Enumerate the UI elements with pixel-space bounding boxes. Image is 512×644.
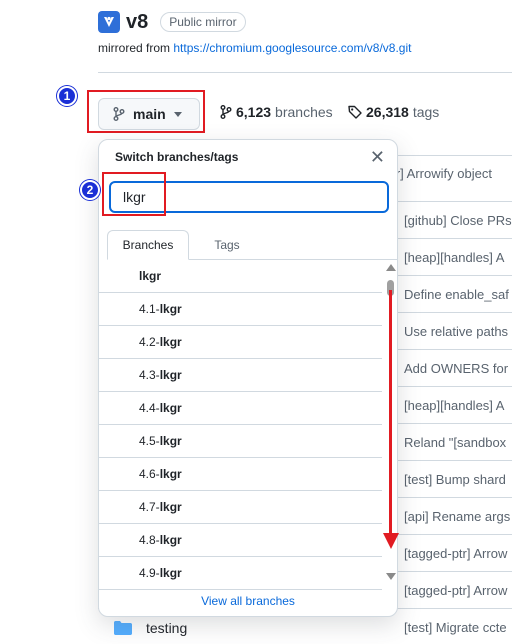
- scroll-up-icon[interactable]: [386, 264, 396, 271]
- dropdown-tabs: Branches Tags: [107, 230, 397, 260]
- branch-item[interactable]: 4.5- lkgr: [99, 425, 382, 458]
- tab-branches[interactable]: Branches: [107, 230, 189, 260]
- branch-match: lkgr: [159, 467, 182, 481]
- branches-label: branches: [275, 104, 333, 120]
- v8-logo-icon: [98, 11, 120, 33]
- commit-message[interactable]: [heap][handles] A: [404, 398, 512, 413]
- commit-message[interactable]: Use relative paths: [404, 324, 512, 339]
- branch-prefix: 4.1-: [139, 302, 160, 316]
- tags-count: 26,318: [366, 104, 409, 120]
- branch-item[interactable]: 4.2- lkgr: [99, 326, 382, 359]
- branch-item[interactable]: 4.8- lkgr: [99, 524, 382, 557]
- caret-down-icon: [173, 111, 182, 117]
- branch-item[interactable]: lkgr: [99, 260, 382, 293]
- dropdown-title: Switch branches/tags: [115, 150, 239, 164]
- tags-link[interactable]: 26,318 tags: [348, 104, 439, 120]
- branch-match: lkgr: [159, 401, 182, 415]
- dropdown-header: Switch branches/tags ✕: [99, 140, 397, 174]
- branch-selector-button[interactable]: main: [98, 98, 200, 130]
- header-divider: [98, 72, 512, 73]
- branch-prefix: 4.5-: [139, 434, 160, 448]
- scroll-arrow-line: [389, 290, 392, 535]
- branch-item[interactable]: 4.6- lkgr: [99, 458, 382, 491]
- branch-prefix: 4.9-: [139, 566, 160, 580]
- view-all-branches-link[interactable]: View all branches: [99, 594, 397, 608]
- close-icon[interactable]: ✕: [370, 148, 385, 166]
- branch-item[interactable]: 4.3- lkgr: [99, 359, 382, 392]
- branch-match: lkgr: [159, 302, 182, 316]
- repo-name[interactable]: v8: [126, 11, 148, 34]
- branch-match: lkgr: [159, 500, 182, 514]
- branch-prefix: 4.2-: [139, 335, 160, 349]
- mirrored-from-label: mirrored from: [98, 41, 171, 55]
- branches-link[interactable]: 6,123 branches: [220, 104, 333, 120]
- commit-message[interactable]: [test] Bump shard: [404, 472, 512, 487]
- branch-list: lkgr 4.1- lkgr 4.2- lkgr 4.3- lkgr 4.4- lkgr…: [99, 260, 382, 590]
- commit-message[interactable]: Add OWNERS for: [404, 361, 512, 376]
- branch-prefix: 4.6-: [139, 467, 160, 481]
- folder-icon: [114, 621, 132, 635]
- mirrored-from-text: mirrored from https://chromium.googlesou…: [98, 41, 411, 55]
- commit-message[interactable]: [tagged-ptr] Arrow: [404, 546, 512, 561]
- branch-item[interactable]: 4.1- lkgr: [99, 293, 382, 326]
- current-branch-label: main: [133, 106, 166, 122]
- branch-match: lkgr: [159, 434, 182, 448]
- branch-item[interactable]: 4.4- lkgr: [99, 392, 382, 425]
- public-mirror-badge: Public mirror: [160, 12, 246, 32]
- branch-match: lkgr: [159, 335, 182, 349]
- branch-item[interactable]: 4.7- lkgr: [99, 491, 382, 524]
- scroll-down-icon[interactable]: [386, 573, 396, 580]
- branches-count: 6,123: [236, 104, 272, 120]
- branch-prefix: 4.3-: [139, 368, 160, 382]
- branch-item[interactable]: 4.9- lkgr: [99, 557, 382, 590]
- branch-prefix: 4.7-: [139, 500, 160, 514]
- branch-prefix: 4.8-: [139, 533, 160, 547]
- filter-input-highlight: [102, 172, 166, 216]
- tag-icon: [348, 105, 362, 119]
- step-2-badge: 2: [80, 180, 100, 200]
- branch-match: lkgr: [159, 533, 182, 547]
- tags-label: tags: [412, 104, 440, 120]
- tab-tags[interactable]: Tags: [207, 230, 247, 260]
- commit-message[interactable]: Define enable_saf: [404, 287, 512, 302]
- commit-message[interactable]: [heap][handles] A: [404, 250, 512, 265]
- git-branch-icon: [113, 107, 125, 121]
- branch-match: lkgr: [139, 269, 162, 283]
- commit-message[interactable]: ptr] Arrowify object: [385, 166, 493, 181]
- scroll-arrow-head: [383, 533, 399, 549]
- repo-header: v8 Public mirror: [98, 8, 246, 36]
- git-branch-icon: [220, 105, 232, 119]
- commit-message[interactable]: [tagged-ptr] Arrow: [404, 583, 512, 598]
- branch-prefix: 4.4-: [139, 401, 160, 415]
- commit-message[interactable]: [api] Rename args: [404, 509, 512, 524]
- folder-name[interactable]: testing: [146, 620, 187, 636]
- branch-match: lkgr: [159, 566, 182, 580]
- branch-match: lkgr: [159, 368, 182, 382]
- step-1-badge: 1: [57, 86, 77, 106]
- commit-message[interactable]: Reland "[sandbox: [404, 435, 512, 450]
- mirror-source-link[interactable]: https://chromium.googlesource.com/v8/v8.…: [173, 41, 411, 55]
- commit-message[interactable]: [test] Migrate ccte: [404, 620, 512, 635]
- commit-message[interactable]: [github] Close PRs: [404, 213, 512, 228]
